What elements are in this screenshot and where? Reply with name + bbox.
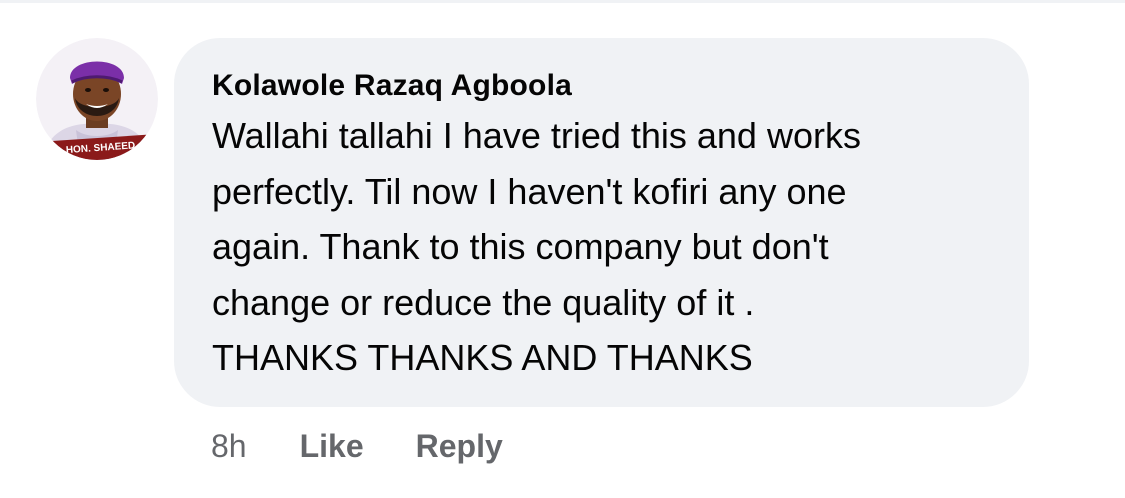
comment-timestamp[interactable]: 8h (211, 428, 247, 465)
reply-button[interactable]: Reply (416, 428, 503, 465)
comment-actions: 8h Like Reply (211, 424, 503, 468)
comment-text-line: THANKS THANKS AND THANKS (212, 337, 753, 378)
avatar[interactable]: HON. SHAEED (36, 38, 158, 160)
like-button[interactable]: Like (300, 428, 364, 465)
comment-text-line: Wallahi tallahi I have tried this and wo… (212, 115, 861, 156)
comment-text-line: change or reduce the quality of it . (212, 281, 755, 323)
avatar-image: HON. SHAEED (36, 38, 158, 160)
comment-body: Wallahi tallahi I have tried this and wo… (212, 108, 993, 386)
comment-text-line: again. Thank to this company but don't (212, 226, 829, 267)
comment-text-line: perfectly. Til now I haven't kofiri any … (212, 170, 847, 212)
comment-bubble: Kolawole Razaq Agboola Wallahi tallahi I… (174, 38, 1029, 407)
top-divider (0, 0, 1125, 3)
comment-author[interactable]: Kolawole Razaq Agboola (212, 66, 993, 106)
